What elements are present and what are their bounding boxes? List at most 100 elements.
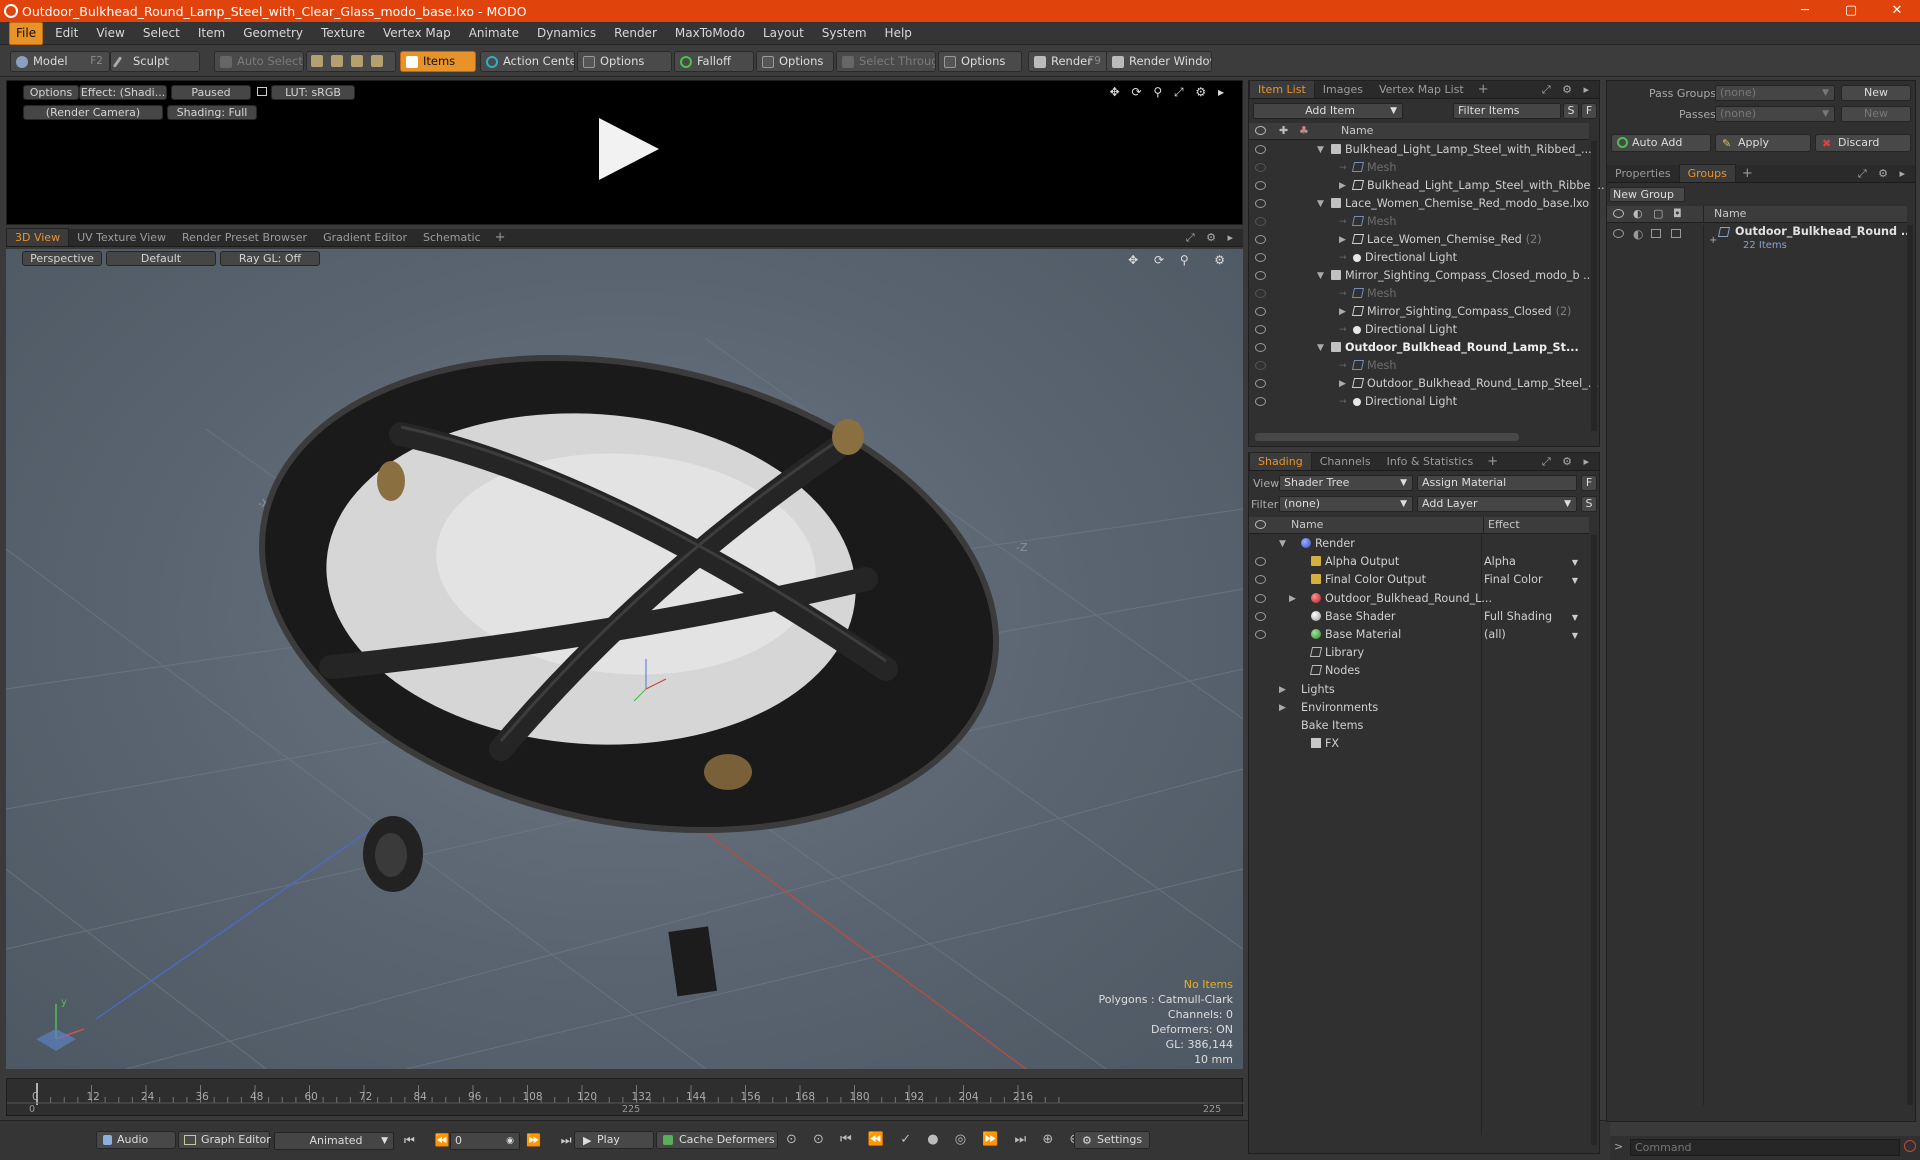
render-camera-dropdown[interactable]: (Render Camera) — [23, 105, 163, 120]
animated-dropdown[interactable]: Animated ▼ — [274, 1132, 394, 1150]
menu-render[interactable]: Render — [605, 23, 666, 44]
visibility-eye-icon[interactable] — [1255, 181, 1266, 190]
item-list-row[interactable]: ▶ Bulkhead_Light_Lamp_Steel_with_Ribbe ..… — [1249, 177, 1605, 195]
tab-render-preset-browser[interactable]: Render Preset Browser — [174, 229, 315, 246]
expand-icon[interactable]: + — [1709, 235, 1717, 246]
menu-select[interactable]: Select — [134, 23, 189, 44]
visibility-eye-icon[interactable] — [1255, 397, 1266, 406]
view-shader-tree-dropdown[interactable]: Shader Tree ▼ — [1279, 475, 1413, 491]
audio-button[interactable]: Audio — [96, 1131, 176, 1149]
visibility-eye-icon[interactable] — [1255, 630, 1266, 639]
tab-info-statistics[interactable]: Info & Statistics — [1379, 453, 1482, 470]
settings-button[interactable]: ⚙ Settings — [1074, 1131, 1150, 1149]
filter-s-button[interactable]: S — [1563, 103, 1579, 119]
tab-item-list[interactable]: Item List — [1249, 80, 1315, 98]
menu-edit[interactable]: Edit — [46, 23, 87, 44]
viewport-nav-icons[interactable]: ✥ ⟳ ⚲ ⚙ — [1128, 253, 1231, 267]
expand-arrow-icon[interactable]: ▶ — [1339, 303, 1346, 321]
close-button[interactable]: ✕ — [1874, 0, 1920, 22]
menu-geometry[interactable]: Geometry — [234, 23, 312, 44]
select-through-options-button[interactable]: Options — [938, 51, 1022, 72]
lock-icon[interactable] — [257, 87, 267, 96]
shader-tree-row[interactable]: Base Material (all) ▼ — [1249, 626, 1589, 644]
item-list-row[interactable]: ▶ Outdoor_Bulkhead_Round_Lamp_Steel_... — [1249, 375, 1598, 393]
expand-arrow-icon[interactable]: ▶ — [1339, 231, 1346, 249]
tab-images[interactable]: Images — [1315, 81, 1371, 98]
render-column-icon[interactable]: ◐ — [1633, 206, 1643, 222]
auto-select-button[interactable]: Auto Select — [214, 51, 304, 72]
3d-viewport[interactable]: -X -Z y Perspective Default Ray GL: Off … — [6, 249, 1243, 1069]
shader-tree-row[interactable]: FX — [1249, 735, 1589, 753]
add-tab-icon[interactable]: + — [1736, 165, 1759, 182]
lut-dropdown[interactable]: LUT: sRGB — [271, 85, 355, 100]
item-list-row[interactable]: → Mesh — [1249, 285, 1589, 303]
play-render-icon[interactable] — [593, 114, 663, 184]
falloff-options-button[interactable]: Options — [756, 51, 834, 72]
tab-shading[interactable]: Shading — [1249, 452, 1312, 470]
menu-texture[interactable]: Texture — [312, 23, 374, 44]
add-tab-icon[interactable]: + — [1472, 81, 1495, 98]
action-center-button[interactable]: Action Center — [480, 51, 575, 72]
effect-dropdown[interactable]: Alpha ▼ — [1484, 553, 1584, 571]
passes-dropdown[interactable]: (none) ▼ — [1715, 106, 1835, 122]
graph-editor-button[interactable]: Graph Editor — [178, 1131, 271, 1149]
lock-column-icon[interactable]: ✚ — [1279, 123, 1288, 139]
render-window-button[interactable]: Render Window — [1106, 51, 1212, 72]
pass-groups-dropdown[interactable]: (none) ▼ — [1715, 85, 1835, 101]
tab-3d-view[interactable]: 3D View — [6, 228, 70, 246]
visibility-eye-icon[interactable] — [1255, 235, 1266, 244]
groups-vertical-scrollbar[interactable] — [1907, 225, 1913, 1105]
apply-button[interactable]: ✎ Apply — [1715, 134, 1811, 152]
collapse-arrow-icon[interactable]: ▼ — [1317, 267, 1324, 285]
visibility-eye-icon[interactable] — [1255, 575, 1266, 585]
preview-paused-toggle[interactable]: Paused — [171, 85, 251, 100]
visibility-eye-icon[interactable] — [1255, 343, 1266, 352]
shader-tree-row[interactable]: Alpha Output Alpha ▼ — [1249, 553, 1589, 571]
add-layer-dropdown[interactable]: Add Layer ▼ — [1417, 496, 1577, 512]
shading-tab-icons[interactable]: ⤢ ⚙ ▸ — [1542, 455, 1593, 469]
preview-nav-icons[interactable]: ✥ ⟳ ⚲ ⤢ ⚙ ▸ — [1110, 85, 1228, 100]
item-list-row[interactable]: ▶ Lace_Women_Chemise_Red (2) — [1249, 231, 1589, 249]
item-list-row[interactable]: ▼ Lace_Women_Chemise_Red_modo_base.lxo — [1249, 195, 1589, 213]
play-button[interactable]: ▶ Play — [574, 1131, 654, 1149]
group-row[interactable]: ◐ + Outdoor_Bulkhead_Round ... 22 Items — [1607, 225, 1914, 255]
frame-input[interactable]: 0 ◉ — [450, 1132, 520, 1150]
item-list-row[interactable]: → Directional Light — [1249, 393, 1589, 411]
tab-gradient-editor[interactable]: Gradient Editor — [315, 229, 415, 246]
filter-items-input[interactable]: Filter Items — [1453, 103, 1561, 119]
menu-help[interactable]: Help — [876, 23, 921, 44]
item-list-row[interactable]: → Mesh — [1249, 357, 1589, 375]
collapse-arrow-icon[interactable]: ▼ — [1317, 339, 1324, 357]
item-list-row[interactable]: → Directional Light — [1249, 249, 1589, 267]
new-pass-button[interactable]: New — [1841, 106, 1911, 122]
polygons-mode-icon[interactable] — [351, 55, 363, 67]
menu-file[interactable]: File — [9, 21, 44, 45]
preview-options-button[interactable]: Options — [23, 85, 79, 100]
menu-layout[interactable]: Layout — [754, 23, 813, 44]
shading-vertical-scrollbar[interactable] — [1591, 535, 1597, 1145]
shader-tree-row[interactable]: Nodes — [1249, 662, 1589, 680]
visibility-column-icon[interactable] — [1255, 126, 1266, 135]
perspective-dropdown[interactable]: Perspective — [22, 251, 102, 266]
preview-effect-dropdown[interactable]: Effect: (Shadi... — [79, 85, 167, 100]
item-list-row[interactable]: → Mesh — [1249, 159, 1589, 177]
filter-f-button[interactable]: F — [1581, 103, 1597, 119]
item-list-horizontal-scrollbar[interactable] — [1255, 433, 1519, 441]
shader-tree-row[interactable]: ▶ Lights — [1249, 681, 1589, 699]
visibility-eye-icon[interactable] — [1255, 379, 1266, 388]
default-shading-dropdown[interactable]: Default — [106, 251, 216, 266]
new-group-button[interactable]: New Group — [1609, 187, 1685, 202]
command-history-icon[interactable] — [1904, 1140, 1916, 1152]
effect-dropdown[interactable]: Full Shading ▼ — [1484, 608, 1584, 626]
select-column-icon[interactable]: ◘ — [1673, 206, 1682, 222]
viewport-tab-icons[interactable]: ⤢ ⚙ ▸ — [1186, 231, 1237, 245]
tab-vertex-map-list[interactable]: Vertex Map List — [1371, 81, 1472, 98]
expand-arrow-icon[interactable]: ▶ — [1279, 699, 1286, 717]
visibility-column-icon[interactable] — [1613, 209, 1624, 218]
shading-s-button[interactable]: S — [1581, 496, 1597, 512]
add-tab-icon[interactable]: + — [1481, 453, 1504, 470]
groups-tab-icons[interactable]: ⤢ ⚙ ▸ — [1858, 167, 1909, 181]
expand-arrow-icon[interactable]: ▶ — [1279, 681, 1286, 699]
collapse-arrow-icon[interactable]: ▼ — [1279, 535, 1286, 553]
shader-tree-row[interactable]: Bake Items — [1249, 717, 1589, 735]
